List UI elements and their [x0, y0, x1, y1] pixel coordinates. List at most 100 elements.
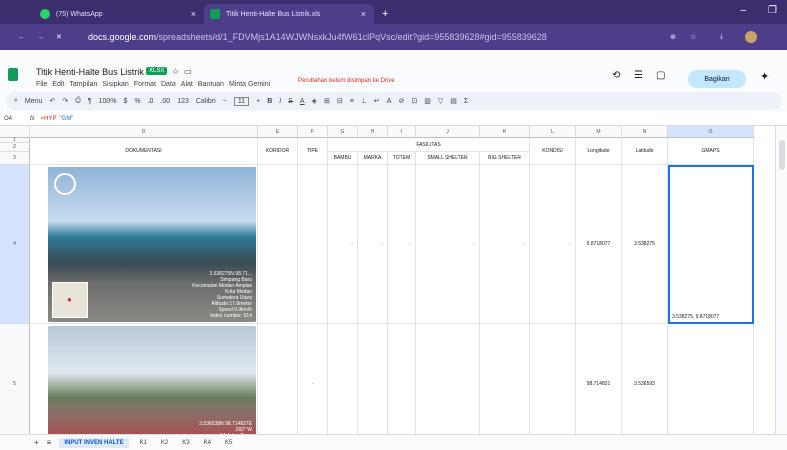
menu-view[interactable]: Tampilan: [69, 81, 97, 88]
valign-icon[interactable]: ⊥: [361, 97, 367, 105]
percent-button[interactable]: %: [134, 98, 140, 105]
column-header-O[interactable]: O: [668, 126, 754, 138]
sheet-tab-k3[interactable]: K3: [179, 440, 192, 446]
profile-icon[interactable]: [745, 31, 757, 43]
header-dokumentasi[interactable]: DOKUMENTASI: [30, 138, 258, 165]
forward-icon[interactable]: →: [37, 34, 44, 41]
undo-icon[interactable]: ↶: [49, 97, 55, 105]
unsaved-status[interactable]: Perubahan belum disimpan ke Drive: [298, 78, 395, 84]
font-size-minus[interactable]: −: [223, 98, 227, 105]
history-icon[interactable]: ⟲: [612, 70, 620, 81]
fasilitas-cell[interactable]: -: [388, 165, 416, 324]
align-icon[interactable]: ≡: [350, 98, 354, 105]
sheet-tab-k1[interactable]: K1: [137, 440, 150, 446]
filter-icon[interactable]: ▽: [438, 97, 443, 105]
close-icon[interactable]: ✕: [56, 33, 62, 41]
zoom-icon[interactable]: ⊕: [670, 33, 676, 41]
row-header[interactable]: 3: [0, 152, 30, 165]
currency-button[interactable]: $: [123, 98, 127, 105]
menu-insert[interactable]: Sisipkan: [102, 81, 128, 88]
increase-decimal-button[interactable]: .00: [160, 98, 170, 105]
formula-text[interactable]: "GM": [60, 116, 74, 122]
gmaps-cell[interactable]: 3.538275, 9.8718077: [668, 165, 754, 324]
fill-color-icon[interactable]: ◈: [312, 97, 317, 105]
paint-format-icon[interactable]: ¶: [88, 98, 92, 105]
column-header-D[interactable]: D: [30, 126, 258, 138]
header-longitude[interactable]: Longitude: [576, 138, 622, 165]
column-header-E[interactable]: E: [258, 126, 298, 138]
row-header[interactable]: 5: [0, 324, 30, 434]
header-small[interactable]: SMALL SHELTER: [416, 152, 480, 165]
sheet-tab-k5[interactable]: K5: [222, 440, 235, 446]
menu-tools[interactable]: Alat: [181, 81, 193, 88]
kondisi-cell[interactable]: -: [530, 165, 576, 324]
fasilitas-cell[interactable]: -: [480, 165, 530, 324]
bus-stop-photo[interactable]: 3.538275N 98.71... Simpang Baru Kecamatan …: [48, 167, 256, 322]
menu-help[interactable]: Bantuan: [198, 81, 224, 88]
header-big[interactable]: BIG SHELTER: [480, 152, 530, 165]
share-button[interactable]: Bagikan: [688, 70, 746, 88]
gemini-icon[interactable]: ✦: [760, 70, 769, 83]
sheet-tab-input[interactable]: INPUT INVEN HALTE: [59, 437, 129, 448]
column-header-H[interactable]: H: [358, 126, 388, 138]
comment-add-icon[interactable]: ⊡: [411, 97, 417, 105]
bus-stop-photo[interactable]: 3.536538N 98.714827E282° W54 Jalan Raya: [48, 326, 256, 434]
tipe-cell[interactable]: [298, 165, 328, 324]
add-sheet-icon[interactable]: +: [34, 438, 39, 447]
font-size-field[interactable]: 11: [233, 96, 250, 106]
restore-icon[interactable]: ❐: [768, 5, 777, 16]
fasilitas-cell[interactable]: [328, 324, 358, 434]
longitude-cell[interactable]: 98.714821: [576, 324, 622, 434]
strikethrough-icon[interactable]: S: [288, 98, 293, 105]
fasilitas-cell[interactable]: [388, 324, 416, 434]
fasilitas-cell[interactable]: -: [328, 165, 358, 324]
koridor-cell[interactable]: [258, 165, 298, 324]
name-box[interactable]: O4: [0, 116, 30, 122]
header-marka[interactable]: MARKA: [358, 152, 388, 165]
spreadsheet-grid[interactable]: D E F G H I J K L M N O 1 2 3 DOKUMENTASI KORIDOR TIPE FAS…: [0, 126, 775, 434]
back-icon[interactable]: ←: [18, 34, 25, 41]
browser-tab-sheet[interactable]: Titik Henti-Halte Bus Listrik.xls ×: [204, 4, 374, 24]
functions-icon[interactable]: Σ: [464, 98, 468, 105]
row-header[interactable]: 4: [0, 165, 30, 324]
font-size-plus[interactable]: +: [256, 98, 260, 105]
menu-format[interactable]: Format: [134, 81, 156, 88]
close-tab-icon[interactable]: ×: [361, 9, 366, 19]
close-tab-icon[interactable]: ×: [191, 9, 196, 19]
sheet-tab-k2[interactable]: K2: [158, 440, 171, 446]
column-header-I[interactable]: I: [388, 126, 416, 138]
redo-icon[interactable]: ↷: [62, 97, 68, 105]
bold-icon[interactable]: B: [267, 98, 272, 105]
doc-title[interactable]: Titik Henti-Halte Bus Listrik: [36, 67, 144, 77]
column-header-L[interactable]: L: [530, 126, 576, 138]
text-color-icon[interactable]: A: [300, 98, 305, 105]
url-field[interactable]: docs.google.com /spreadsheets/d/1_FDVMjs…: [88, 28, 648, 46]
latitude-cell[interactable]: 3.538275: [622, 165, 668, 324]
formula-value[interactable]: =HYP: [41, 116, 57, 122]
browser-tab-whatsapp[interactable]: (75) WhatsApp ×: [34, 4, 204, 24]
minimize-icon[interactable]: –: [740, 5, 746, 16]
koridor-cell[interactable]: [258, 324, 298, 434]
column-header-N[interactable]: N: [622, 126, 668, 138]
menu-file[interactable]: File: [36, 81, 47, 88]
menu-gemini[interactable]: Minta Gemini: [229, 81, 270, 88]
fasilitas-cell[interactable]: -: [358, 165, 388, 324]
column-header-K[interactable]: K: [480, 126, 530, 138]
all-sheets-icon[interactable]: ≡: [47, 438, 52, 447]
header-tipe[interactable]: TIPE: [298, 138, 328, 165]
print-icon[interactable]: ⎙: [75, 97, 81, 105]
star-icon[interactable]: ☆: [172, 67, 179, 76]
gmaps-cell[interactable]: [668, 324, 754, 434]
header-totem[interactable]: TOTEM: [388, 152, 416, 165]
vertical-scrollbar[interactable]: [775, 126, 787, 434]
borders-icon[interactable]: ⊞: [324, 97, 330, 105]
fasilitas-cell[interactable]: [480, 324, 530, 434]
header-bambu[interactable]: BAMBU: [328, 152, 358, 165]
tipe-cell[interactable]: -: [298, 324, 328, 434]
star-icon[interactable]: ☆: [690, 33, 696, 41]
sheet-tab-k4[interactable]: K4: [201, 440, 214, 446]
longitude-cell[interactable]: 9.8718077: [576, 165, 622, 324]
search-icon[interactable]: ⌕: [14, 97, 18, 105]
font-select[interactable]: Calibri: [196, 98, 216, 105]
latitude-cell[interactable]: 3.536593: [622, 324, 668, 434]
